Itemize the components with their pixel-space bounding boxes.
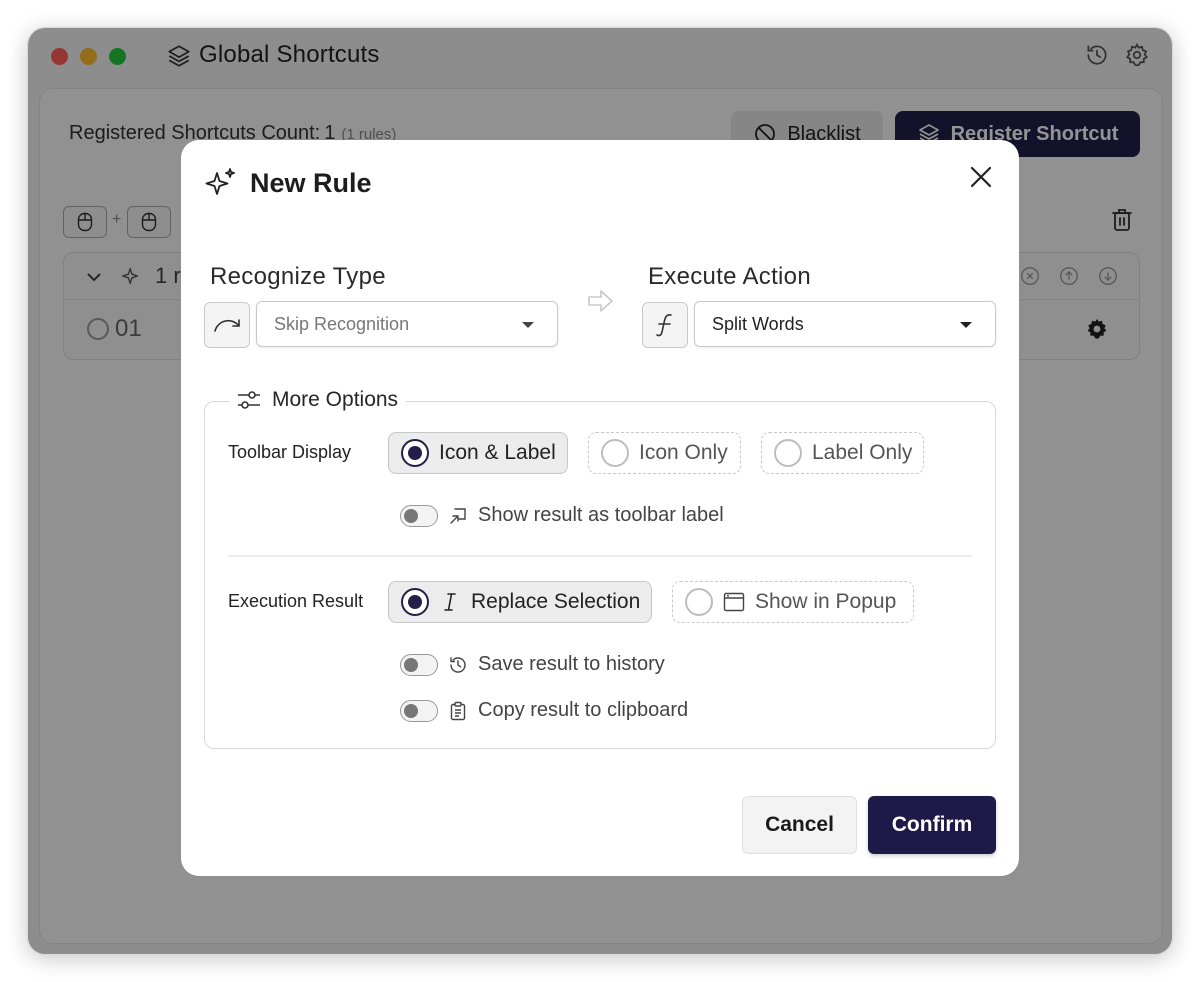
cancel-button[interactable]: Cancel (742, 796, 857, 854)
execute-action-value: Split Words (712, 313, 804, 334)
window-icon (723, 592, 745, 612)
more-options-label: More Options (272, 388, 399, 411)
caret-down-icon (960, 322, 972, 328)
text-cursor-icon (444, 593, 456, 611)
option-icon-and-label[interactable]: Icon & Label (388, 432, 568, 474)
sparkle-icon (205, 168, 235, 195)
history-icon (450, 656, 466, 673)
option-show-in-popup[interactable]: Show in Popup (672, 581, 914, 623)
dialog-title: New Rule (250, 168, 372, 198)
label-link-icon (450, 507, 466, 524)
option-label: Icon & Label (439, 441, 556, 464)
radio-unselected (601, 439, 629, 467)
copy-clipboard-toggle[interactable] (400, 699, 438, 722)
clipboard-icon (450, 701, 466, 720)
recognize-type-label: Recognize Type (210, 263, 386, 290)
recognize-type-button[interactable] (204, 302, 250, 348)
radio-selected (401, 588, 429, 616)
copy-clipboard-text: Copy result to clipboard (478, 699, 689, 721)
recognize-type-value: Skip Recognition (274, 313, 410, 334)
caret-down-icon (522, 322, 534, 328)
more-options-legend: More Options (229, 388, 407, 412)
show-result-label-row: Show result as toolbar label (400, 504, 724, 527)
toolbar-display-label: Toolbar Display (228, 442, 352, 462)
execute-action-button[interactable] (642, 302, 688, 348)
confirm-button[interactable]: Confirm (868, 796, 996, 854)
option-label: Replace Selection (471, 590, 641, 613)
option-label-only[interactable]: Label Only (761, 432, 924, 474)
save-history-row: Save result to history (400, 653, 665, 676)
new-rule-dialog: New Rule Recognize Type Skip Recognition… (181, 140, 1019, 876)
curved-arrow-icon (214, 319, 240, 332)
option-label: Label Only (812, 441, 913, 464)
copy-clipboard-row: Copy result to clipboard (400, 699, 688, 722)
radio-unselected (774, 439, 802, 467)
radio-unselected (685, 588, 713, 616)
option-replace-selection[interactable]: Replace Selection (388, 581, 652, 623)
show-result-label-text: Show result as toolbar label (478, 504, 724, 526)
sliders-icon (238, 391, 260, 409)
save-history-text: Save result to history (478, 653, 665, 675)
function-icon (656, 314, 672, 337)
execute-action-select[interactable]: Split Words (694, 301, 996, 347)
save-history-toggle[interactable] (400, 653, 438, 676)
close-icon[interactable] (968, 164, 994, 190)
arrow-right-icon (588, 290, 613, 312)
option-label: Icon Only (639, 441, 728, 464)
options-divider (228, 555, 972, 557)
recognize-type-select[interactable]: Skip Recognition (256, 301, 558, 347)
show-result-label-toggle[interactable] (400, 504, 438, 527)
option-label: Show in Popup (755, 590, 897, 613)
radio-selected (401, 439, 429, 467)
option-icon-only[interactable]: Icon Only (588, 432, 741, 474)
more-options-group: More Options Toolbar Display Icon & Labe… (204, 388, 996, 749)
execution-result-label: Execution Result (228, 591, 364, 611)
execute-action-label: Execute Action (648, 263, 811, 290)
